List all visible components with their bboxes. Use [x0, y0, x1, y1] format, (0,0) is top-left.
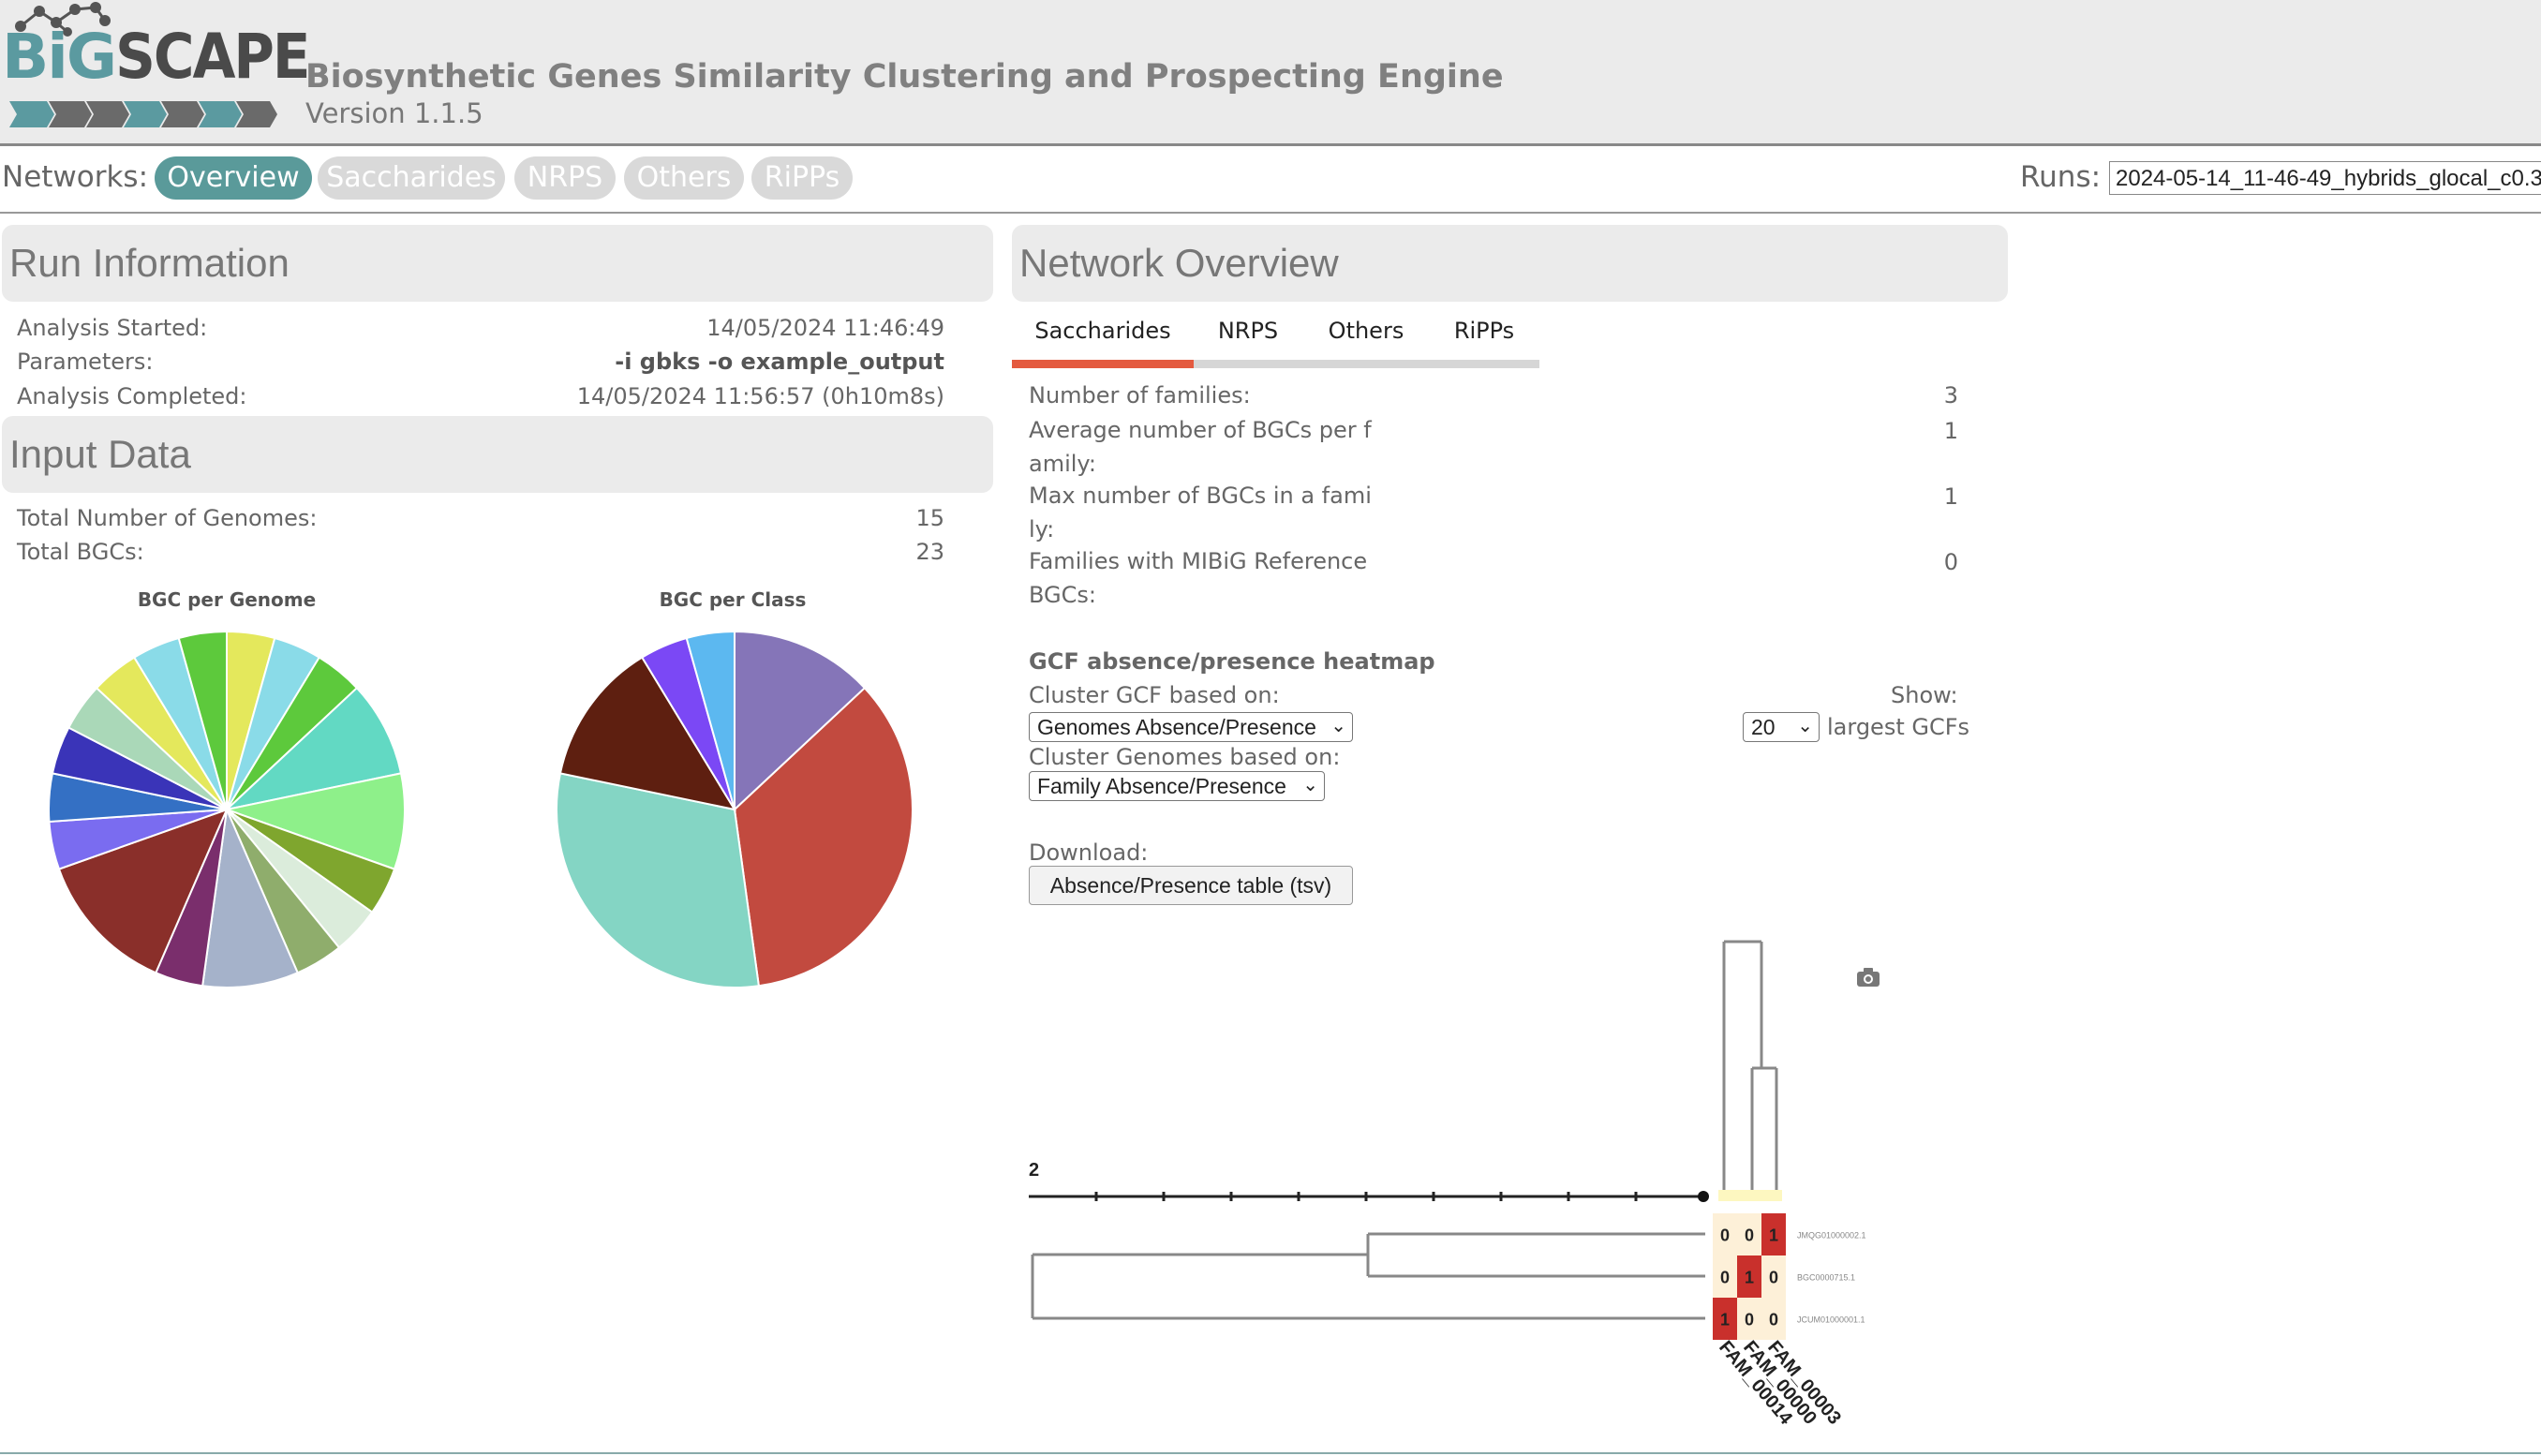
bgc-per-genome-pie[interactable]: [39, 622, 414, 997]
download-label: Download:: [1029, 839, 1149, 866]
analysis-completed-value: 14/05/2024 11:56:57 (0h10m8s): [576, 383, 944, 409]
heatmap-cell-value: 1: [1745, 1269, 1754, 1287]
cluster-genomes-select[interactable]: Family Absence/Presence ⌄: [1029, 771, 1325, 801]
heatmap-cell-value: 0: [1720, 1226, 1730, 1245]
stat-mibig-value: 0: [1943, 549, 1958, 575]
networks-label: Networks:: [2, 160, 149, 194]
gcf-heatmap: 2 0 0 1 JMQG01000002.10 1 0 BGC0000715.11 0 0 JCU…: [1029, 940, 1880, 1429]
tab-underline-active: [1012, 360, 1194, 368]
total-bgcs-value: 23: [915, 539, 944, 565]
heatmap-row-label: BGC0000715.1: [1797, 1273, 1855, 1283]
heatmap-title: GCF absence/presence heatmap: [1029, 648, 1435, 675]
network-overview-header: Network Overview: [1012, 225, 2008, 302]
bgc-per-class-title: BGC per Class: [659, 588, 807, 611]
stat-avg-bgcs-label: Average number of BGCs per f: [1029, 417, 1372, 443]
gcf-dendrogram: [1722, 940, 1778, 1190]
heatmap-row-label: JCUM01000001.1: [1797, 1315, 1865, 1325]
chevron-down-icon: ⌄: [1302, 775, 1318, 795]
heatmap-row-label: JMQG01000002.1: [1797, 1231, 1866, 1241]
parameters-label: Parameters:: [17, 349, 154, 375]
stat-max-bgcs-value: 1: [1943, 483, 1958, 510]
heatmap-cell-value: 0: [1769, 1269, 1778, 1287]
stat-mibig-label: Families with MIBiG Reference: [1029, 548, 1368, 574]
heatmap-cell-value: 0: [1769, 1311, 1778, 1330]
camera-icon[interactable]: [1857, 968, 1880, 987]
cluster-gcf-select[interactable]: Genomes Absence/Presence ⌄: [1029, 712, 1353, 742]
total-genomes-value: 15: [915, 505, 944, 531]
heatmap-cell-value: 1: [1720, 1311, 1730, 1330]
runs-select[interactable]: 2024-05-14_11-46-49_hybrids_glocal_c0.3: [2109, 161, 2541, 195]
chevron-down-icon: ⌄: [1797, 716, 1813, 736]
bgc-per-genome-title: BGC per Genome: [137, 588, 317, 611]
heatmap-cell-value: 0: [1745, 1311, 1754, 1330]
nav-tab-overview[interactable]: Overview: [155, 156, 312, 200]
overview-tab-nrps[interactable]: NRPS: [1203, 317, 1293, 354]
overview-tab-others[interactable]: Others: [1312, 317, 1420, 354]
nav-tab-nrps[interactable]: NRPS: [514, 156, 616, 200]
total-genomes-label: Total Number of Genomes:: [17, 505, 318, 531]
input-data-header: Input Data: [2, 416, 993, 493]
analysis-started-label: Analysis Started:: [17, 315, 208, 341]
run-information-header: Run Information: [2, 225, 993, 302]
total-bgcs-label: Total BGCs:: [17, 539, 144, 565]
footer-divider: [0, 1452, 2541, 1454]
networks-nav: Networks: Overview Saccharides NRPS Othe…: [0, 149, 2541, 214]
analysis-completed-label: Analysis Completed:: [17, 383, 247, 409]
dendrogram-scale: 2: [1029, 1160, 1709, 1202]
genome-dendrogram: [1031, 1232, 1705, 1320]
stat-avg-bgcs-value: 1: [1943, 418, 1958, 444]
nav-tab-saccharides[interactable]: Saccharides: [318, 156, 505, 200]
parameters-value: -i gbks -o example_output: [615, 349, 944, 375]
overview-tab-saccharides[interactable]: Saccharides: [1012, 317, 1194, 354]
show-count-select[interactable]: 20 ⌄: [1743, 712, 1820, 742]
chevron-down-icon: ⌄: [1330, 716, 1346, 736]
nav-tab-ripps[interactable]: RiPPs: [751, 156, 853, 200]
app-header: BiGSCAPE Biosynthetic Genes Similarity C…: [0, 0, 2541, 146]
overview-tab-ripps[interactable]: RiPPs: [1434, 317, 1535, 354]
stat-avg-bgcs-label-cont: amily:: [1029, 451, 1096, 477]
heatmap-cell-value: 0: [1720, 1269, 1730, 1287]
stat-mibig-label-cont: BGCs:: [1029, 582, 1096, 608]
stat-families-value: 3: [1943, 382, 1958, 409]
cluster-gcf-label: Cluster GCF based on:: [1029, 682, 1280, 708]
app-version: Version 1.1.5: [305, 97, 483, 129]
download-tsv-button[interactable]: Absence/Presence table (tsv): [1029, 866, 1353, 905]
runs-label: Runs:: [2020, 160, 2102, 194]
show-suffix-label: largest GCFs: [1827, 714, 1970, 740]
nav-tab-others[interactable]: Others: [624, 156, 744, 200]
app-title: Biosynthetic Genes Similarity Clustering…: [305, 58, 1504, 96]
stat-max-bgcs-label-cont: ly:: [1029, 516, 1055, 542]
show-label: Show:: [1891, 682, 1958, 708]
heatmap-cell-value: 1: [1769, 1226, 1778, 1245]
logo-wordmark: BiGSCAPE: [2, 21, 310, 93]
heatmap-cell-value: 0: [1745, 1226, 1754, 1245]
bgc-per-class-pie[interactable]: [547, 622, 922, 997]
cluster-genomes-label: Cluster Genomes based on:: [1029, 744, 1341, 770]
stat-families-label: Number of families:: [1029, 382, 1251, 409]
svg-text:2: 2: [1029, 1160, 1039, 1181]
stat-max-bgcs-label: Max number of BGCs in a fami: [1029, 483, 1372, 509]
analysis-started-value: 14/05/2024 11:46:49: [706, 315, 944, 341]
